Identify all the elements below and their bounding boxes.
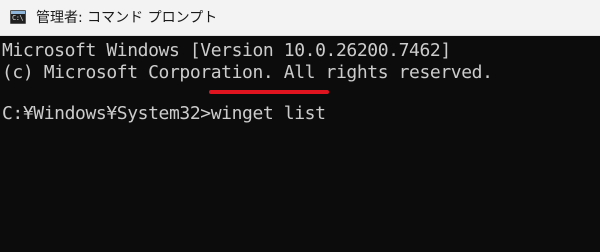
- console-prompt-line[interactable]: C:¥Windows¥System32>winget list: [2, 103, 326, 125]
- cmd-icon[interactable]: C:\: [10, 10, 26, 24]
- command-highlight-underline: [209, 90, 329, 94]
- window-title: 管理者: コマンド プロンプト: [36, 10, 218, 26]
- console-line-copyright: (c) Microsoft Corporation. All rights re…: [2, 62, 493, 83]
- console-line-version: Microsoft Windows [Version 10.0.26200.74…: [2, 40, 451, 61]
- title-bar[interactable]: C:\ 管理者: コマンド プロンプト: [0, 0, 600, 36]
- console-command: winget list: [210, 103, 326, 124]
- console-prompt: C:¥Windows¥System32>: [2, 103, 211, 124]
- cmd-icon-text: C:\: [12, 14, 24, 22]
- command-prompt-window: C:\ 管理者: コマンド プロンプト Microsoft Windows [V…: [0, 0, 600, 252]
- console-area[interactable]: Microsoft Windows [Version 10.0.26200.74…: [0, 36, 600, 252]
